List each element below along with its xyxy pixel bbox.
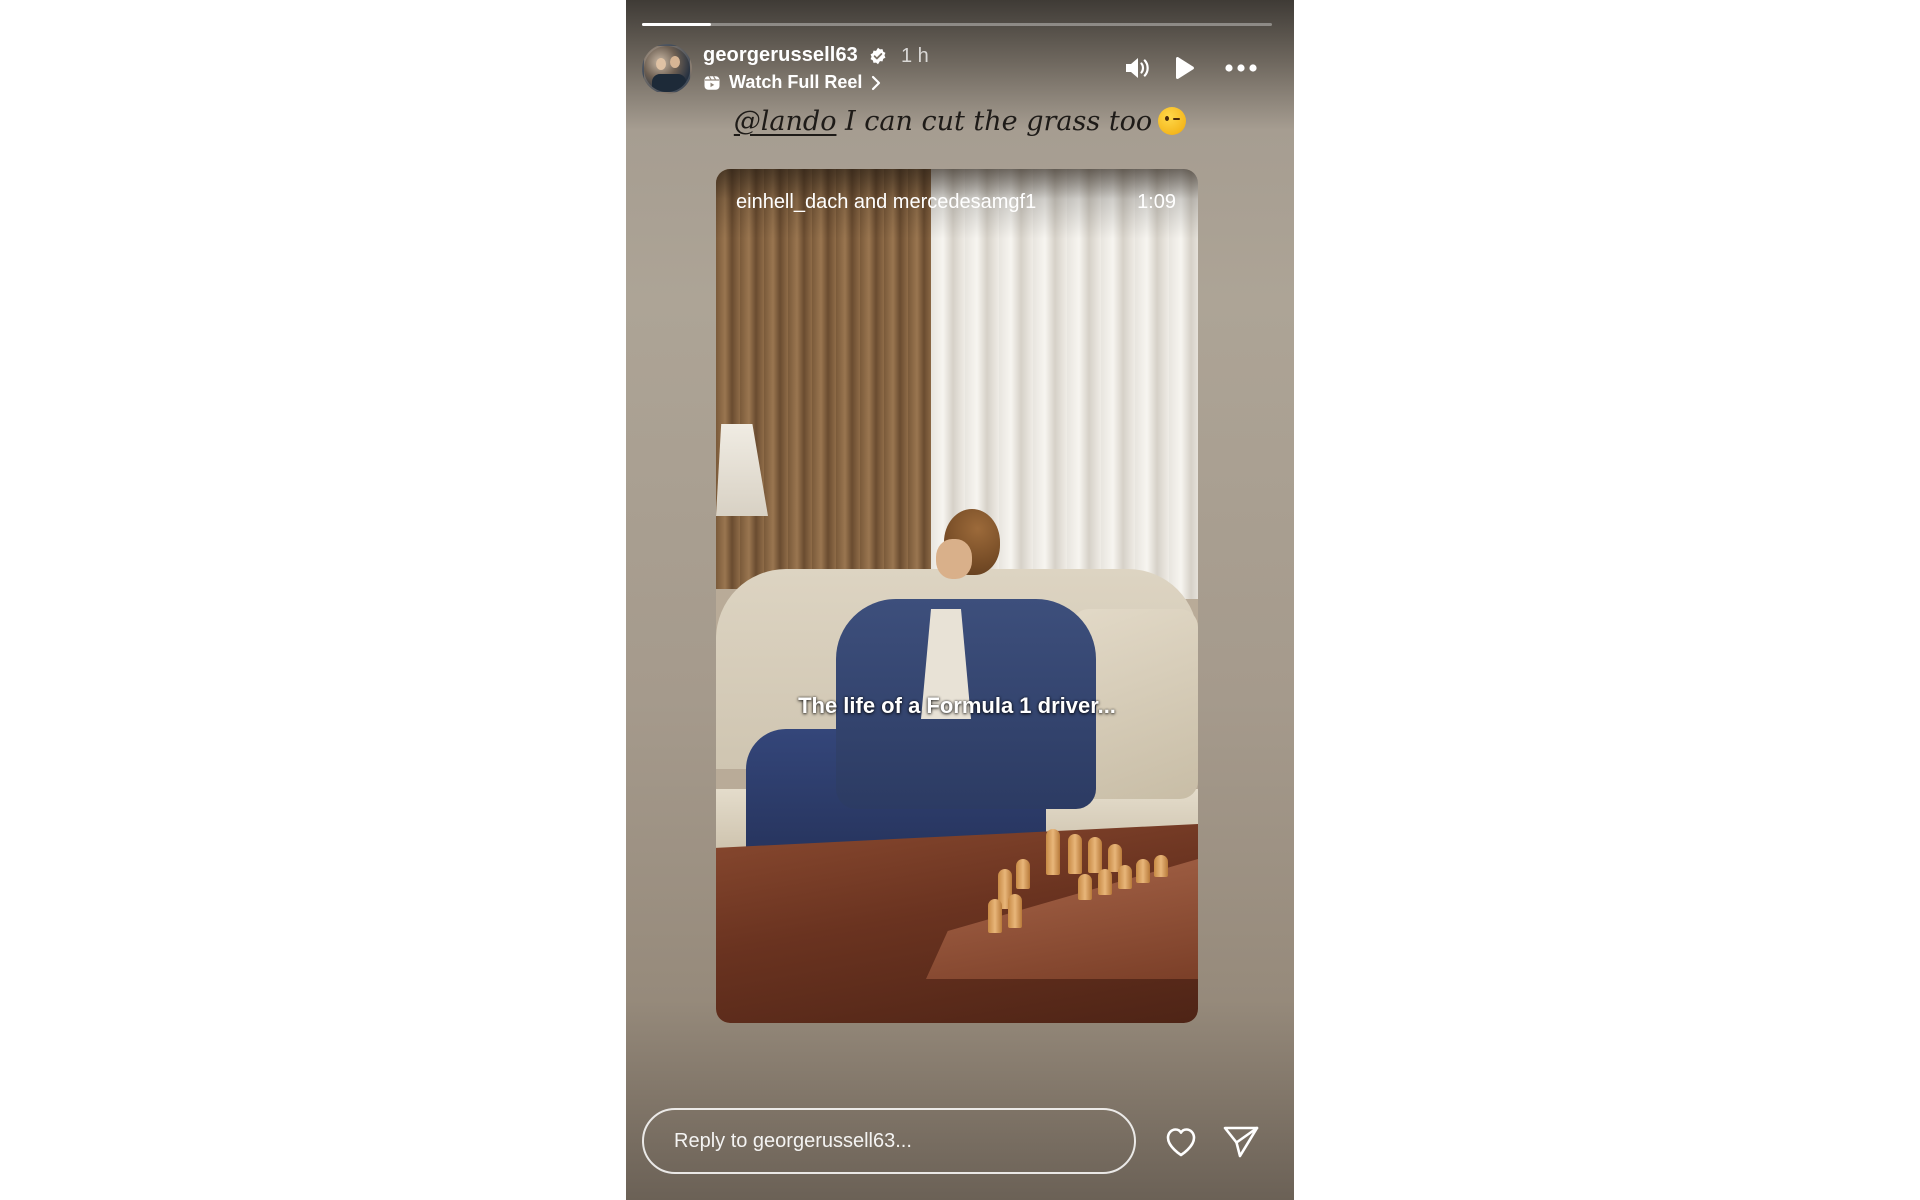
chevron-right-icon <box>872 75 881 90</box>
verified-badge-icon <box>870 47 886 65</box>
reel-video[interactable]: einhell_dach and mercedesamgf1 1:09 The … <box>716 169 1198 1023</box>
winking-face-emoji <box>1158 107 1187 135</box>
send-icon[interactable] <box>1221 1121 1261 1161</box>
story-progress-bar <box>642 23 1272 26</box>
username[interactable]: georgerussell63 <box>703 44 858 67</box>
video-frame <box>716 169 1198 1023</box>
caption-mention[interactable]: @lando <box>734 106 837 137</box>
video-duration: 1:09 <box>1137 191 1176 213</box>
video-subtitle: The life of a Formula 1 driver... <box>798 693 1116 718</box>
caption-text: I can cut the grass too <box>836 106 1153 137</box>
story-viewer: georgerussell63 1 h Watch Full Reel @lan… <box>626 0 1294 1200</box>
reel-icon <box>704 75 720 90</box>
watch-full-reel-link[interactable]: Watch Full Reel <box>703 72 882 93</box>
watch-full-reel-label: Watch Full Reel <box>729 72 863 92</box>
video-authors[interactable]: einhell_dach and mercedesamgf1 <box>736 191 1036 214</box>
story-progress-fill <box>642 23 712 26</box>
heart-icon[interactable] <box>1161 1121 1201 1161</box>
play-icon[interactable] <box>1169 54 1197 82</box>
more-options-icon[interactable] <box>1224 54 1258 82</box>
reply-input[interactable] <box>642 1108 1136 1174</box>
time-ago: 1 h <box>901 45 929 67</box>
avatar[interactable] <box>642 44 692 94</box>
speaker-icon[interactable] <box>1123 54 1151 82</box>
story-caption: @lando I can cut the grass too <box>626 106 1294 137</box>
